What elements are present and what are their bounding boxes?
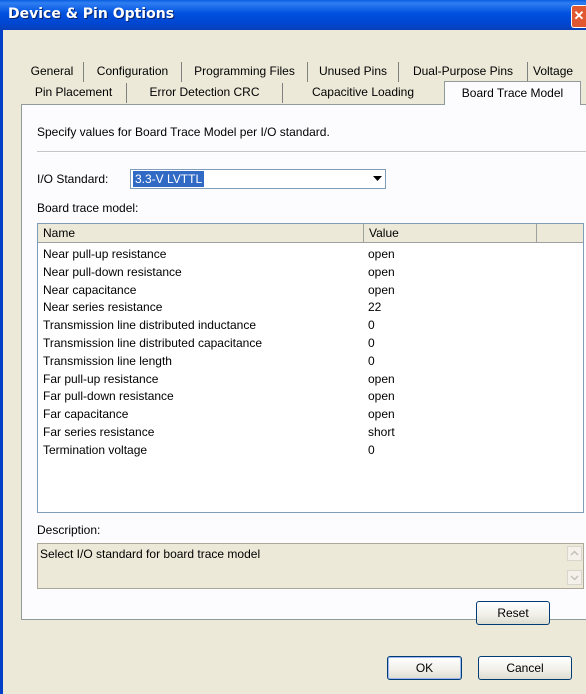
separator — [37, 151, 586, 153]
tab-dual-purpose-pins[interactable]: Dual-Purpose Pins — [399, 62, 528, 82]
scroll-up-icon[interactable] — [567, 546, 582, 561]
row-value[interactable]: open — [368, 387, 395, 405]
reset-button[interactable]: Reset — [476, 601, 550, 625]
table-row[interactable]: Termination voltage 0 — [38, 441, 583, 459]
row-name: Near pull-up resistance — [43, 247, 167, 261]
row-value[interactable]: short — [368, 423, 395, 441]
column-header-filler — [537, 224, 583, 243]
row-value[interactable]: 0 — [368, 352, 375, 370]
row-value[interactable]: open — [368, 281, 395, 299]
column-header-name[interactable]: Name — [38, 224, 364, 243]
row-value[interactable]: open — [368, 263, 395, 281]
table-row[interactable]: Near pull-up resistance open — [38, 245, 583, 263]
board-trace-table[interactable]: Name Value Near pull-up resistance open Ne… — [37, 223, 584, 513]
io-standard-value: 3.3-V LVTTL — [133, 171, 205, 187]
description-text: Select I/O standard for board trace mode… — [40, 547, 261, 561]
tab-capacitive-loading[interactable]: Capacitive Loading — [283, 83, 443, 103]
description-box[interactable]: Select I/O standard for board trace mode… — [37, 543, 584, 589]
row-name: Near series resistance — [43, 300, 163, 315]
ok-button[interactable]: OK — [387, 656, 462, 680]
description-label: Description: — [37, 523, 101, 537]
table-row[interactable]: Far series resistance short — [38, 423, 583, 441]
table-row[interactable]: Transmission line distributed capacitanc… — [38, 334, 583, 352]
close-icon[interactable]: ✕ — [571, 5, 586, 28]
row-name: Near pull-down resistance — [43, 264, 182, 279]
io-standard-label: I/O Standard: — [37, 172, 109, 186]
table-row[interactable]: Far pull-down resistance open — [38, 387, 583, 405]
row-name: Far pull-up resistance — [43, 371, 159, 386]
tab-board-trace-model[interactable]: Board Trace Model — [444, 81, 581, 105]
table-row[interactable]: Far pull-up resistance open — [38, 370, 583, 388]
io-standard-dropdown[interactable]: 3.3-V LVTTL — [130, 169, 386, 189]
row-value[interactable]: 0 — [368, 334, 375, 352]
row-name: Transmission line distributed inductance — [43, 318, 256, 333]
row-value[interactable]: 0 — [368, 441, 375, 459]
row-name: Near capacitance — [43, 282, 137, 297]
title-bar[interactable]: Device & Pin Options ✕ — [0, 0, 586, 30]
chevron-down-icon[interactable] — [368, 170, 385, 188]
table-row[interactable]: Near series resistance 22 — [38, 298, 583, 316]
tab-configuration[interactable]: Configuration — [84, 62, 182, 82]
tab-pin-placement[interactable]: Pin Placement — [21, 83, 127, 103]
tab-row-2: Pin Placement Error Detection CRC Capaci… — [21, 81, 586, 105]
tab-unused-pins[interactable]: Unused Pins — [308, 62, 399, 82]
tab-voltage[interactable]: Voltage — [528, 62, 586, 82]
row-name: Transmission line length — [43, 353, 172, 368]
table-row[interactable]: Near capacitance open — [38, 281, 583, 299]
window-frame — [0, 30, 3, 694]
scroll-down-icon[interactable] — [567, 570, 582, 585]
tab-row-1: General Configuration Programming Files … — [21, 62, 586, 82]
instruction-text: Specify values for Board Trace Model per… — [37, 125, 330, 139]
table-row[interactable]: Transmission line distributed inductance… — [38, 316, 583, 334]
row-name: Termination voltage — [43, 442, 148, 457]
board-trace-label: Board trace model: — [37, 201, 139, 215]
row-name: Far pull-down resistance — [43, 389, 174, 404]
row-value[interactable]: 0 — [368, 316, 375, 334]
table-row[interactable]: Near pull-down resistance open — [38, 263, 583, 281]
row-value[interactable]: open — [368, 405, 395, 423]
table-row[interactable]: Transmission line length 0 — [38, 352, 583, 370]
row-value[interactable]: open — [368, 370, 395, 388]
row-name: Far series resistance — [43, 425, 155, 439]
row-name: Transmission line distributed capacitanc… — [43, 336, 262, 350]
column-header-value[interactable]: Value — [364, 224, 537, 243]
tab-general[interactable]: General — [21, 62, 84, 82]
tab-programming-files[interactable]: Programming Files — [182, 62, 308, 82]
row-value[interactable]: open — [368, 245, 395, 263]
tab-error-detection-crc[interactable]: Error Detection CRC — [127, 83, 283, 103]
cancel-button[interactable]: Cancel — [478, 656, 572, 680]
row-name: Far capacitance — [43, 407, 129, 422]
row-value[interactable]: 22 — [368, 298, 381, 316]
window-title: Device & Pin Options — [8, 6, 175, 22]
table-row[interactable]: Far capacitance open — [38, 405, 583, 423]
tab-panel: Specify values for Board Trace Model per… — [21, 104, 586, 625]
